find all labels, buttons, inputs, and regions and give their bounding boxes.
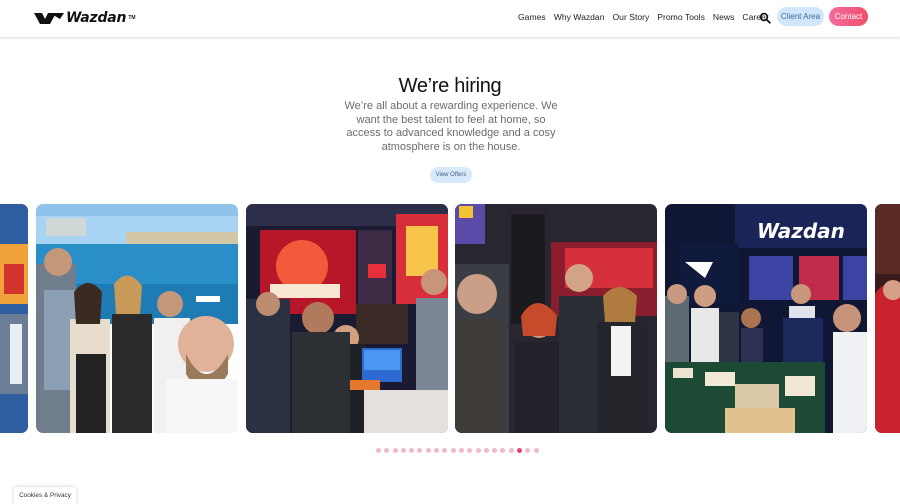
photo-person-partial (875, 204, 900, 433)
contact-button[interactable]: Contact (829, 7, 868, 26)
slide-partial-right[interactable] (875, 204, 900, 433)
carousel-dot[interactable] (483, 448, 489, 453)
photo-carousel[interactable]: Wazdan (0, 204, 900, 433)
photo-expo-booth-selfie (455, 204, 657, 433)
carousel-dot[interactable] (392, 448, 398, 453)
photo-casino-expo (0, 204, 28, 433)
nav-news[interactable]: News (713, 12, 735, 22)
wazdan-logo-icon (34, 12, 64, 24)
carousel-dot[interactable] (508, 448, 514, 453)
slide-team-harbour[interactable] (36, 204, 238, 433)
main-nav: Games Why Wazdan Our Story Promo Tools N… (518, 12, 777, 22)
carousel-dot[interactable] (450, 448, 456, 453)
svg-text:Wazdan: Wazdan (757, 219, 845, 243)
carousel-dot[interactable] (417, 448, 423, 453)
carousel-dot[interactable] (475, 448, 481, 453)
carousel-dot[interactable] (384, 448, 390, 453)
carousel-dot[interactable] (425, 448, 431, 453)
wazdan-logo[interactable]: Wazdan TM (34, 9, 136, 27)
logo-wordmark: Wazdan (66, 10, 127, 26)
carousel-dot[interactable] (525, 448, 531, 453)
slide-wazdan-booth-selfie[interactable] (455, 204, 657, 433)
nav-our-story[interactable]: Our Story (613, 12, 650, 22)
photo-slot-machine (246, 204, 448, 433)
slide-slot-machine-booth[interactable] (246, 204, 448, 433)
cookies-privacy-tab[interactable]: Cookies & Privacy (14, 487, 76, 504)
slide-wazdan-stand-catering[interactable]: Wazdan (665, 204, 867, 433)
hiring-heading: We’re hiring (398, 75, 502, 97)
carousel-dot[interactable] (458, 448, 464, 453)
carousel-dot[interactable] (442, 448, 448, 453)
nav-why-wazdan[interactable]: Why Wazdan (554, 12, 605, 22)
logo-trademark: TM (128, 15, 136, 21)
carousel-pagination (376, 448, 539, 453)
hiring-description: We’re all about a rewarding experience. … (344, 100, 558, 153)
carousel-dot[interactable] (434, 448, 440, 453)
carousel-dot[interactable] (467, 448, 473, 453)
carousel-dot[interactable] (500, 448, 506, 453)
slide-partial-left[interactable] (0, 204, 28, 433)
carousel-dot[interactable] (492, 448, 498, 453)
search-icon[interactable] (759, 12, 771, 24)
carousel-dot[interactable] (376, 448, 381, 453)
nav-games[interactable]: Games (518, 12, 546, 22)
carousel-dot[interactable] (533, 448, 539, 453)
client-area-button[interactable]: Client Area (777, 7, 824, 26)
carousel-dot[interactable] (409, 448, 415, 453)
photo-wazdan-stand: Wazdan (665, 204, 867, 433)
nav-promo-tools[interactable]: Promo Tools (657, 12, 705, 22)
carousel-dot[interactable] (400, 448, 406, 453)
view-offers-button[interactable]: View Offers (430, 167, 472, 183)
site-header: Wazdan TM Games Why Wazdan Our Story Pro… (0, 0, 900, 38)
carousel-dot-active[interactable] (517, 448, 523, 453)
photo-team-harbour (36, 204, 238, 433)
